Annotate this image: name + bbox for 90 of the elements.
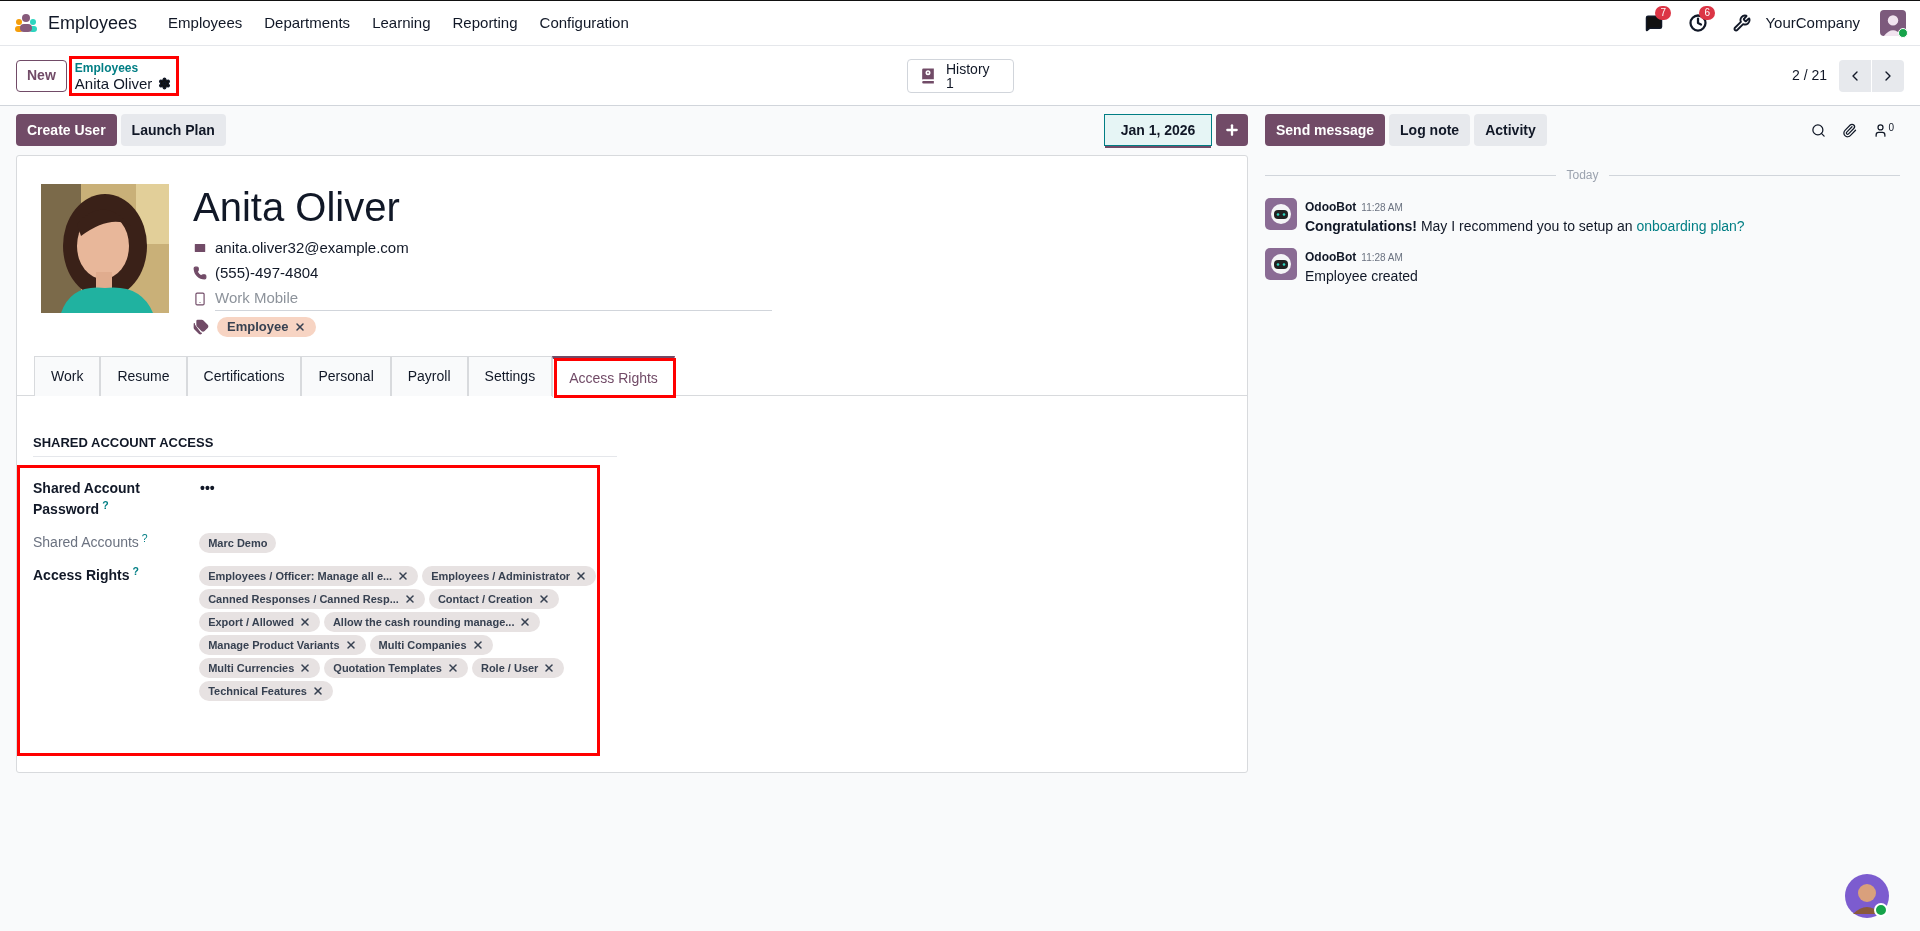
- pager-value: 2 / 21: [1791, 66, 1827, 85]
- email-field[interactable]: anita.oliver32@example.com: [215, 236, 409, 260]
- app-logo-icon[interactable]: [14, 13, 38, 33]
- tag[interactable]: Contact / Creation: [428, 589, 559, 609]
- message-time: 11:28 AM: [1361, 251, 1403, 265]
- company-name[interactable]: YourCompany: [1765, 11, 1860, 35]
- action-button[interactable]: Create User: [16, 114, 117, 146]
- tab[interactable]: Resume: [100, 356, 187, 396]
- messages-badge: 7: [1655, 6, 1672, 20]
- bot-avatar-icon: [1265, 198, 1297, 230]
- field-label: Access Rights $^{?}$: [33, 567, 139, 583]
- remove-icon[interactable]: [294, 321, 307, 333]
- message-text: Congratulations! May I recommend you to setup an: [1305, 218, 1633, 234]
- remove-icon[interactable]: [344, 639, 357, 651]
- new-button[interactable]: New: [16, 59, 67, 92]
- action-button[interactable]: Launch Plan: [120, 114, 226, 146]
- remove-icon[interactable]: [519, 616, 532, 628]
- remove-icon[interactable]: [298, 616, 311, 628]
- followers-count: 0: [1888, 122, 1894, 133]
- plus-icon: [1224, 122, 1240, 138]
- remove-icon[interactable]: [537, 593, 550, 605]
- remove-icon[interactable]: [575, 570, 588, 582]
- tab[interactable]: Work: [34, 356, 101, 396]
- tab[interactable]: Certifications: [186, 356, 302, 396]
- add-button[interactable]: [1216, 114, 1248, 146]
- tag[interactable]: Manage Product Variants: [199, 635, 366, 655]
- remove-icon[interactable]: [446, 662, 459, 674]
- app-title[interactable]: Employees: [48, 9, 138, 37]
- tag[interactable]: Export / Allowed: [199, 612, 320, 632]
- next-button[interactable]: [1872, 59, 1904, 92]
- mail-icon: [193, 241, 207, 255]
- tag[interactable]: Technical Features: [199, 681, 333, 701]
- record-title: Anita Oliver: [74, 75, 153, 91]
- message-author: OdooBot: [1305, 199, 1357, 216]
- chatter-button[interactable]: Log note: [1389, 114, 1471, 146]
- menu-item[interactable]: Reporting: [441, 11, 529, 35]
- phone-icon: [193, 266, 207, 280]
- tag[interactable]: Quotation Templates: [324, 658, 468, 678]
- tag[interactable]: Employees / Officer: Manage all e...: [199, 566, 419, 586]
- field-label: Shared Accounts $^{?}$: [33, 534, 148, 550]
- activities-badge: 6: [1699, 6, 1716, 20]
- assistant-avatar-icon[interactable]: [1845, 874, 1889, 918]
- menu-item[interactable]: Employees: [157, 11, 254, 35]
- search-icon[interactable]: [1811, 122, 1827, 138]
- password-field[interactable]: •••: [200, 478, 215, 499]
- phone-field[interactable]: (555)-497-4804: [215, 261, 319, 285]
- menu-item[interactable]: Learning: [361, 11, 442, 35]
- message-text: Employee created: [1305, 268, 1418, 284]
- paperclip-icon[interactable]: [1842, 122, 1858, 138]
- tag[interactable]: Role / User: [471, 658, 565, 678]
- menu-item[interactable]: Departments: [253, 11, 362, 35]
- remove-icon[interactable]: [312, 685, 324, 697]
- chatter-button[interactable]: Send message: [1265, 114, 1386, 146]
- remove-icon[interactable]: [403, 593, 416, 605]
- previous-button[interactable]: [1839, 59, 1871, 92]
- section-title: SHARED ACCOUNT ACCESS: [33, 435, 214, 450]
- tab[interactable]: Settings: [467, 356, 553, 396]
- tag[interactable]: Allow the cash rounding manage...: [323, 612, 541, 632]
- tab[interactable]: Personal: [301, 356, 391, 396]
- chatter-button[interactable]: Activity: [1474, 114, 1547, 146]
- tag[interactable]: Canned Responses / Canned Resp...: [199, 589, 425, 609]
- tags-icon: [193, 319, 209, 335]
- menu-item[interactable]: Configuration: [528, 11, 640, 35]
- tag[interactable]: Employees / Administrator: [422, 566, 597, 586]
- remove-icon[interactable]: [543, 662, 556, 674]
- tag[interactable]: Multi Companies: [369, 635, 493, 655]
- history-button[interactable]: History 1: [907, 58, 1014, 93]
- message-time: 11:28 AM: [1361, 201, 1403, 215]
- remove-icon[interactable]: [471, 639, 484, 651]
- field-label: Shared Account Password $^{?}$: [33, 480, 140, 517]
- settings-icon[interactable]: [158, 76, 172, 90]
- tools-icon[interactable]: [1733, 14, 1752, 32]
- remove-icon[interactable]: [299, 662, 312, 674]
- tag[interactable]: Multi Currencies: [199, 658, 321, 678]
- mobile-icon: [193, 292, 207, 306]
- date-separator: Today: [1565, 167, 1600, 184]
- tag[interactable]: Marc Demo: [199, 533, 277, 553]
- message-author: OdooBot: [1305, 249, 1357, 266]
- remove-icon[interactable]: [397, 570, 410, 582]
- work-mobile-field[interactable]: Work Mobile: [215, 287, 772, 311]
- tab[interactable]: Payroll: [390, 356, 468, 396]
- onboarding-link[interactable]: onboarding plan?: [1636, 218, 1745, 234]
- tag[interactable]: Employee: [217, 317, 317, 337]
- activities-icon[interactable]: [1689, 14, 1708, 32]
- breadcrumb-link[interactable]: Employees: [74, 60, 172, 76]
- date-button[interactable]: Jan 1, 2026: [1104, 114, 1212, 146]
- user-avatar-icon: [1880, 10, 1906, 36]
- followers-icon[interactable]: [1873, 122, 1889, 138]
- employee-name: Anita Oliver: [193, 184, 401, 230]
- bot-avatar-icon: [1265, 248, 1297, 280]
